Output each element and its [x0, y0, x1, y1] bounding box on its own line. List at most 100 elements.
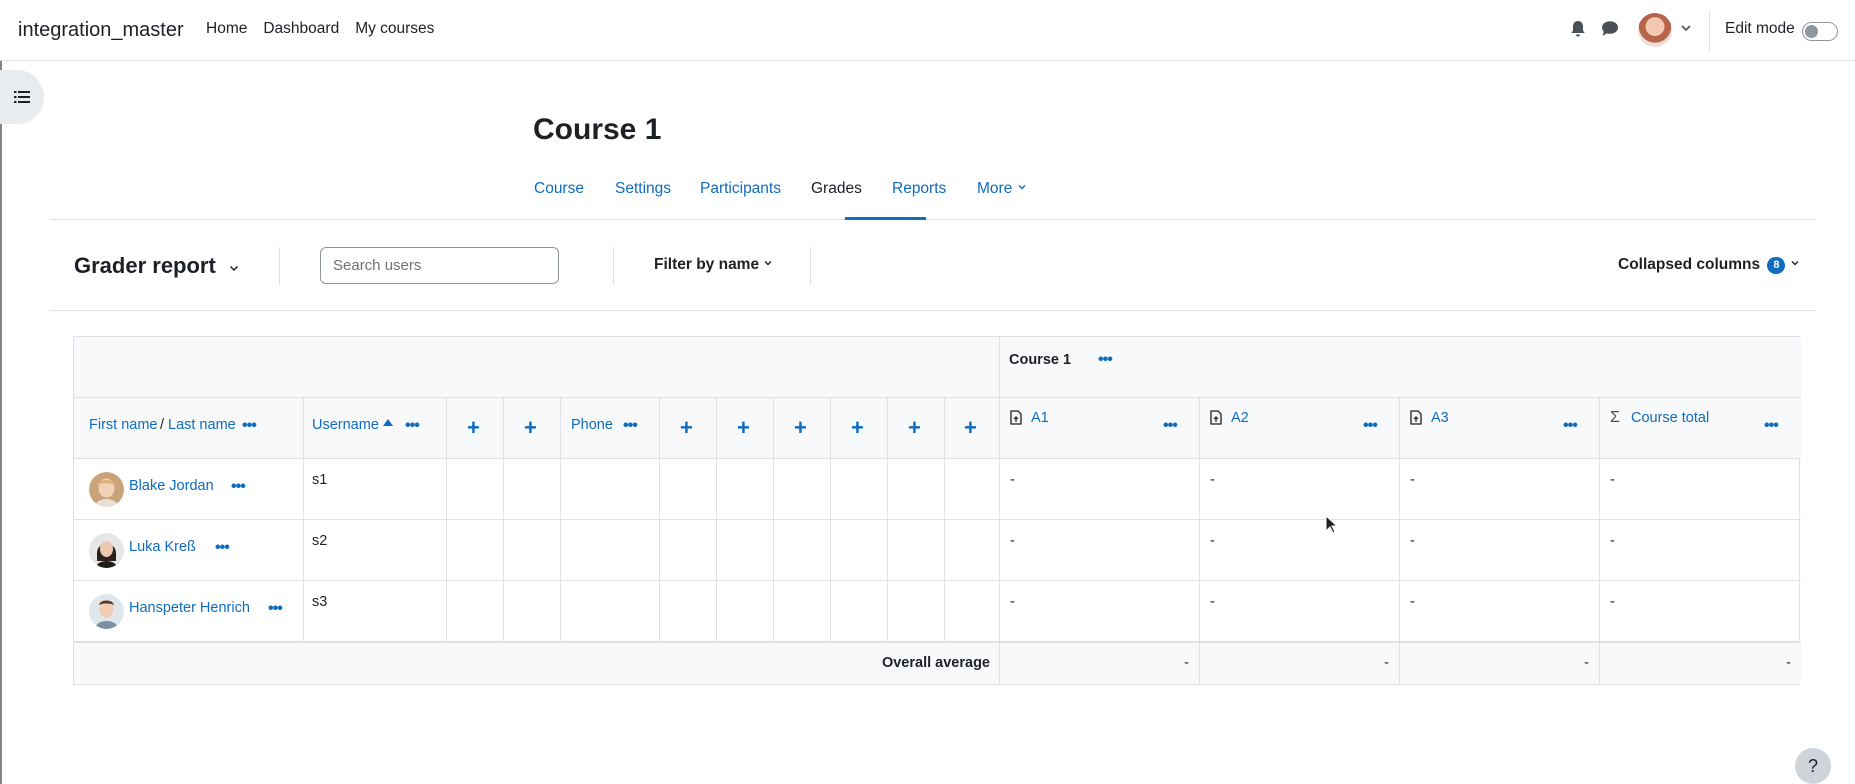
avatar[interactable]: [89, 594, 124, 629]
empty-cell: [717, 459, 774, 520]
sort-lastname-link[interactable]: Last name: [168, 417, 236, 433]
grade-item-link-a1[interactable]: A1: [1031, 410, 1049, 426]
expand-column-icon[interactable]: +: [524, 417, 537, 439]
grader-table: Course 1 ••• First name / Last name ••• …: [73, 336, 1801, 685]
course-total-header: Σ Course total •••: [1600, 398, 1801, 459]
empty-cell: [774, 520, 831, 581]
expand-column-icon[interactable]: +: [737, 417, 750, 439]
empty-cell: [831, 581, 888, 642]
phone-column-actions-menu[interactable]: •••: [623, 418, 638, 434]
grade-item-link-a3[interactable]: A3: [1431, 410, 1449, 426]
help-button[interactable]: ?: [1795, 748, 1831, 784]
expand-column-icon[interactable]: +: [680, 417, 693, 439]
bell-icon[interactable]: [1570, 20, 1586, 38]
grade-cell[interactable]: -: [1400, 581, 1600, 642]
student-name-link[interactable]: Luka Kreß: [129, 539, 196, 555]
toolbar-divider: [810, 247, 811, 285]
empty-cell: [831, 459, 888, 520]
page-title: Course 1: [533, 113, 662, 146]
expand-column-icon[interactable]: +: [908, 417, 921, 439]
username-cell: s2: [304, 520, 447, 581]
category-actions-menu[interactable]: •••: [1098, 352, 1113, 368]
grade-cell[interactable]: -: [1000, 581, 1200, 642]
chat-icon[interactable]: [1601, 20, 1619, 37]
phone-cell: [561, 520, 660, 581]
course-total-link[interactable]: Course total: [1631, 410, 1709, 426]
search-users-input[interactable]: [320, 247, 559, 284]
user-avatar[interactable]: [1638, 13, 1672, 47]
grade-item-actions-menu[interactable]: •••: [1163, 418, 1178, 434]
grade-cell[interactable]: -: [1200, 459, 1400, 520]
top-navbar: integration_master Home Dashboard My cou…: [0, 0, 1855, 61]
grade-item-link-a2[interactable]: A2: [1231, 410, 1249, 426]
site-name[interactable]: integration_master: [18, 19, 184, 42]
grade-cell[interactable]: -: [1200, 581, 1400, 642]
student-cell: Blake Jordan •••: [74, 459, 304, 520]
average-value: -: [1786, 655, 1791, 671]
grade-value: -: [1410, 594, 1415, 610]
filter-by-name-label: Filter by name: [654, 256, 760, 273]
course-total-cell[interactable]: -: [1600, 520, 1801, 581]
empty-cell: [831, 520, 888, 581]
expand-column-icon[interactable]: +: [964, 417, 977, 439]
tab-reports[interactable]: Reports: [892, 180, 946, 198]
empty-cell: [774, 459, 831, 520]
nav-dashboard[interactable]: Dashboard: [263, 20, 339, 38]
edit-mode-toggle[interactable]: [1802, 22, 1838, 41]
name-column-actions-menu[interactable]: •••: [242, 418, 257, 434]
average-cell: -: [1000, 642, 1200, 684]
expand-column-icon[interactable]: +: [467, 417, 480, 439]
grade-cell[interactable]: -: [1000, 520, 1200, 581]
category-name: Course 1: [1009, 352, 1072, 368]
sort-phone-link[interactable]: Phone: [571, 417, 613, 433]
expand-column-icon[interactable]: +: [851, 417, 864, 439]
student-actions-menu[interactable]: •••: [215, 540, 230, 556]
sort-username-link[interactable]: Username: [312, 417, 379, 433]
tab-settings[interactable]: Settings: [615, 180, 671, 198]
course-total-actions-menu[interactable]: •••: [1764, 418, 1779, 434]
grade-item-actions-menu[interactable]: •••: [1563, 418, 1578, 434]
course-total-cell[interactable]: -: [1600, 459, 1801, 520]
empty-cell: [888, 520, 945, 581]
username-column-actions-menu[interactable]: •••: [405, 418, 420, 434]
active-tab-indicator: [845, 217, 926, 220]
collapsed-columns-dropdown[interactable]: Collapsed columns 8: [1618, 256, 1800, 274]
grade-cell[interactable]: -: [1400, 459, 1600, 520]
student-actions-menu[interactable]: •••: [268, 601, 283, 617]
grade-item-actions-menu[interactable]: •••: [1363, 418, 1378, 434]
grade-cell[interactable]: -: [1000, 459, 1200, 520]
collapsed-count-badge: 8: [1767, 257, 1786, 274]
empty-cell: [447, 581, 504, 642]
average-value: -: [1384, 655, 1389, 671]
grade-cell[interactable]: -: [1400, 520, 1600, 581]
tab-more[interactable]: More: [977, 180, 1027, 198]
grade-cell[interactable]: -: [1200, 520, 1400, 581]
average-cell: -: [1400, 642, 1600, 684]
student-actions-menu[interactable]: •••: [231, 479, 246, 495]
username-cell: s3: [304, 581, 447, 642]
nav-my-courses[interactable]: My courses: [355, 20, 434, 38]
collapsed-column-6: +: [831, 398, 888, 459]
chevron-down-icon[interactable]: [228, 262, 240, 274]
filter-by-name-dropdown[interactable]: Filter by name: [654, 256, 773, 274]
course-total-cell[interactable]: -: [1600, 581, 1801, 642]
report-selector[interactable]: Grader report: [74, 253, 216, 279]
collapsed-column-5: +: [774, 398, 831, 459]
tab-course[interactable]: Course: [534, 180, 584, 198]
course-index-toggle[interactable]: [0, 70, 44, 124]
table-corner-cell: [74, 337, 1000, 398]
nav-home[interactable]: Home: [206, 20, 247, 38]
name-header: First name / Last name •••: [74, 398, 304, 459]
empty-cell: [945, 459, 1000, 520]
student-name-link[interactable]: Hanspeter Henrich: [129, 600, 250, 616]
student-name-link[interactable]: Blake Jordan: [129, 478, 214, 494]
toolbar-divider: [279, 247, 280, 285]
avatar[interactable]: [89, 533, 124, 568]
chevron-down-icon[interactable]: [1680, 22, 1692, 34]
avatar[interactable]: [89, 472, 124, 507]
tab-participants[interactable]: Participants: [700, 180, 781, 198]
sort-firstname-link[interactable]: First name: [89, 417, 158, 433]
student-cell: Hanspeter Henrich •••: [74, 581, 304, 642]
expand-column-icon[interactable]: +: [794, 417, 807, 439]
tab-grades[interactable]: Grades: [811, 180, 862, 198]
